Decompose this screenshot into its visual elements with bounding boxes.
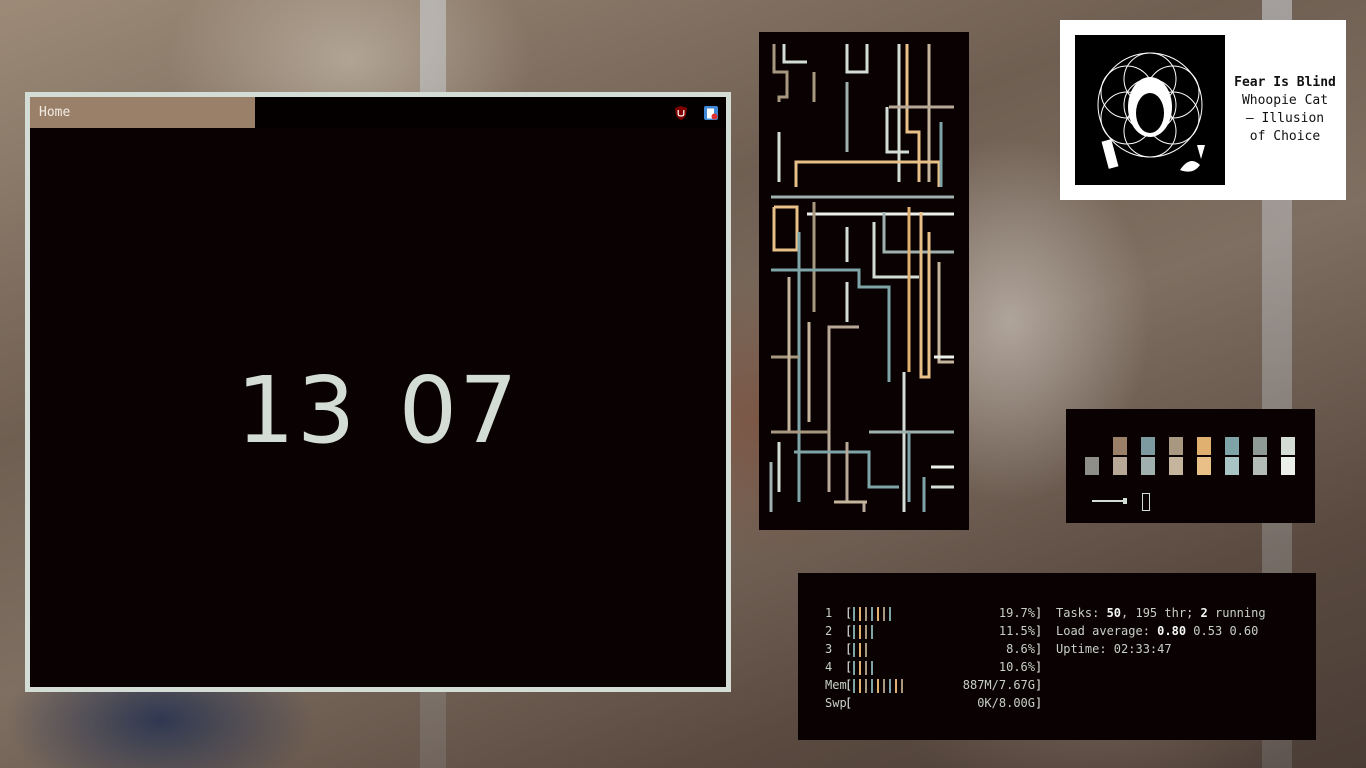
color-swatch xyxy=(1141,437,1155,475)
meter-row: 1[19.7%] xyxy=(825,604,1043,622)
meter-label: Swp xyxy=(825,696,847,710)
meter-value: 8.6% xyxy=(1006,642,1035,656)
color-swatch xyxy=(1225,437,1239,475)
tab-home[interactable]: Home xyxy=(30,97,255,128)
meter-bars xyxy=(853,604,895,622)
meter-bars xyxy=(853,676,907,694)
terminal-cursor xyxy=(1142,493,1150,511)
meter-row: 4[10.6%] xyxy=(825,658,1043,676)
meter-value: 19.7% xyxy=(998,606,1035,620)
meter-value: 10.6% xyxy=(998,660,1035,674)
privacy-badger-icon[interactable] xyxy=(703,105,719,121)
ublock-origin-icon[interactable] xyxy=(673,105,689,121)
meter-label: 1 xyxy=(825,606,833,620)
meter-value: 0K/8.00G xyxy=(977,696,1035,710)
track-title: Fear Is Blind xyxy=(1234,75,1336,90)
prompt-arrow-icon xyxy=(1092,498,1127,504)
meter-row: 3[8.6%] xyxy=(825,640,1043,658)
meter-bars xyxy=(853,622,877,640)
meter-value: 887M/7.67G xyxy=(962,678,1035,692)
album-cover xyxy=(1075,35,1225,185)
color-palette-terminal xyxy=(1066,409,1315,523)
meter-value: 11.5% xyxy=(998,624,1035,638)
meter-row: Swp[0K/8.00G] xyxy=(825,696,1043,710)
htop-terminal: 1[19.7%] 2[11.5%] 3[8.6%] 4[10.6%] Mem[887M/… xyxy=(798,573,1316,740)
meter-label: 2 xyxy=(825,624,833,638)
track-artist-line: Whoopie Cat xyxy=(1241,93,1329,108)
color-swatch xyxy=(1113,437,1127,475)
tasks-line: Tasks: 50, 195 thr; 2 running xyxy=(1056,606,1266,620)
tab-label: Home xyxy=(39,105,71,120)
pipes-terminal xyxy=(759,32,969,530)
color-swatch xyxy=(1253,437,1267,475)
meter-bars xyxy=(853,658,877,676)
pipes-graphic xyxy=(769,44,954,512)
uptime-line: Uptime: 02:33:47 xyxy=(1056,642,1172,656)
load-average-line: Load average: 0.80 0.53 0.60 xyxy=(1056,624,1259,638)
color-swatch xyxy=(1085,457,1099,475)
color-swatch xyxy=(1197,437,1211,475)
browser-window: Home 13 07 xyxy=(25,92,731,692)
system-stats: Tasks: 50, 195 thr; 2 running Load avera… xyxy=(1056,604,1266,658)
track-album-line: – Illusion xyxy=(1245,111,1325,126)
track-info: Fear Is Blind Whoopie Cat – Illusion of … xyxy=(1232,74,1338,146)
meter-label: 4 xyxy=(825,660,833,674)
track-album-line: of Choice xyxy=(1249,129,1321,144)
meter-label: Mem xyxy=(825,678,847,692)
color-swatch xyxy=(1281,437,1295,475)
album-art-graphic xyxy=(1097,52,1205,172)
meter-row: Mem[887M/7.67G] xyxy=(825,676,1043,694)
color-swatch xyxy=(1169,437,1183,475)
meter-bars xyxy=(853,640,871,658)
tab-bar: Home xyxy=(30,97,726,128)
meter-row: 2[11.5%] xyxy=(825,622,1043,640)
clock-display: 13 07 xyxy=(236,357,520,464)
meter-label: 3 xyxy=(825,642,833,656)
now-playing-widget: Fear Is Blind Whoopie Cat – Illusion of … xyxy=(1060,20,1346,200)
